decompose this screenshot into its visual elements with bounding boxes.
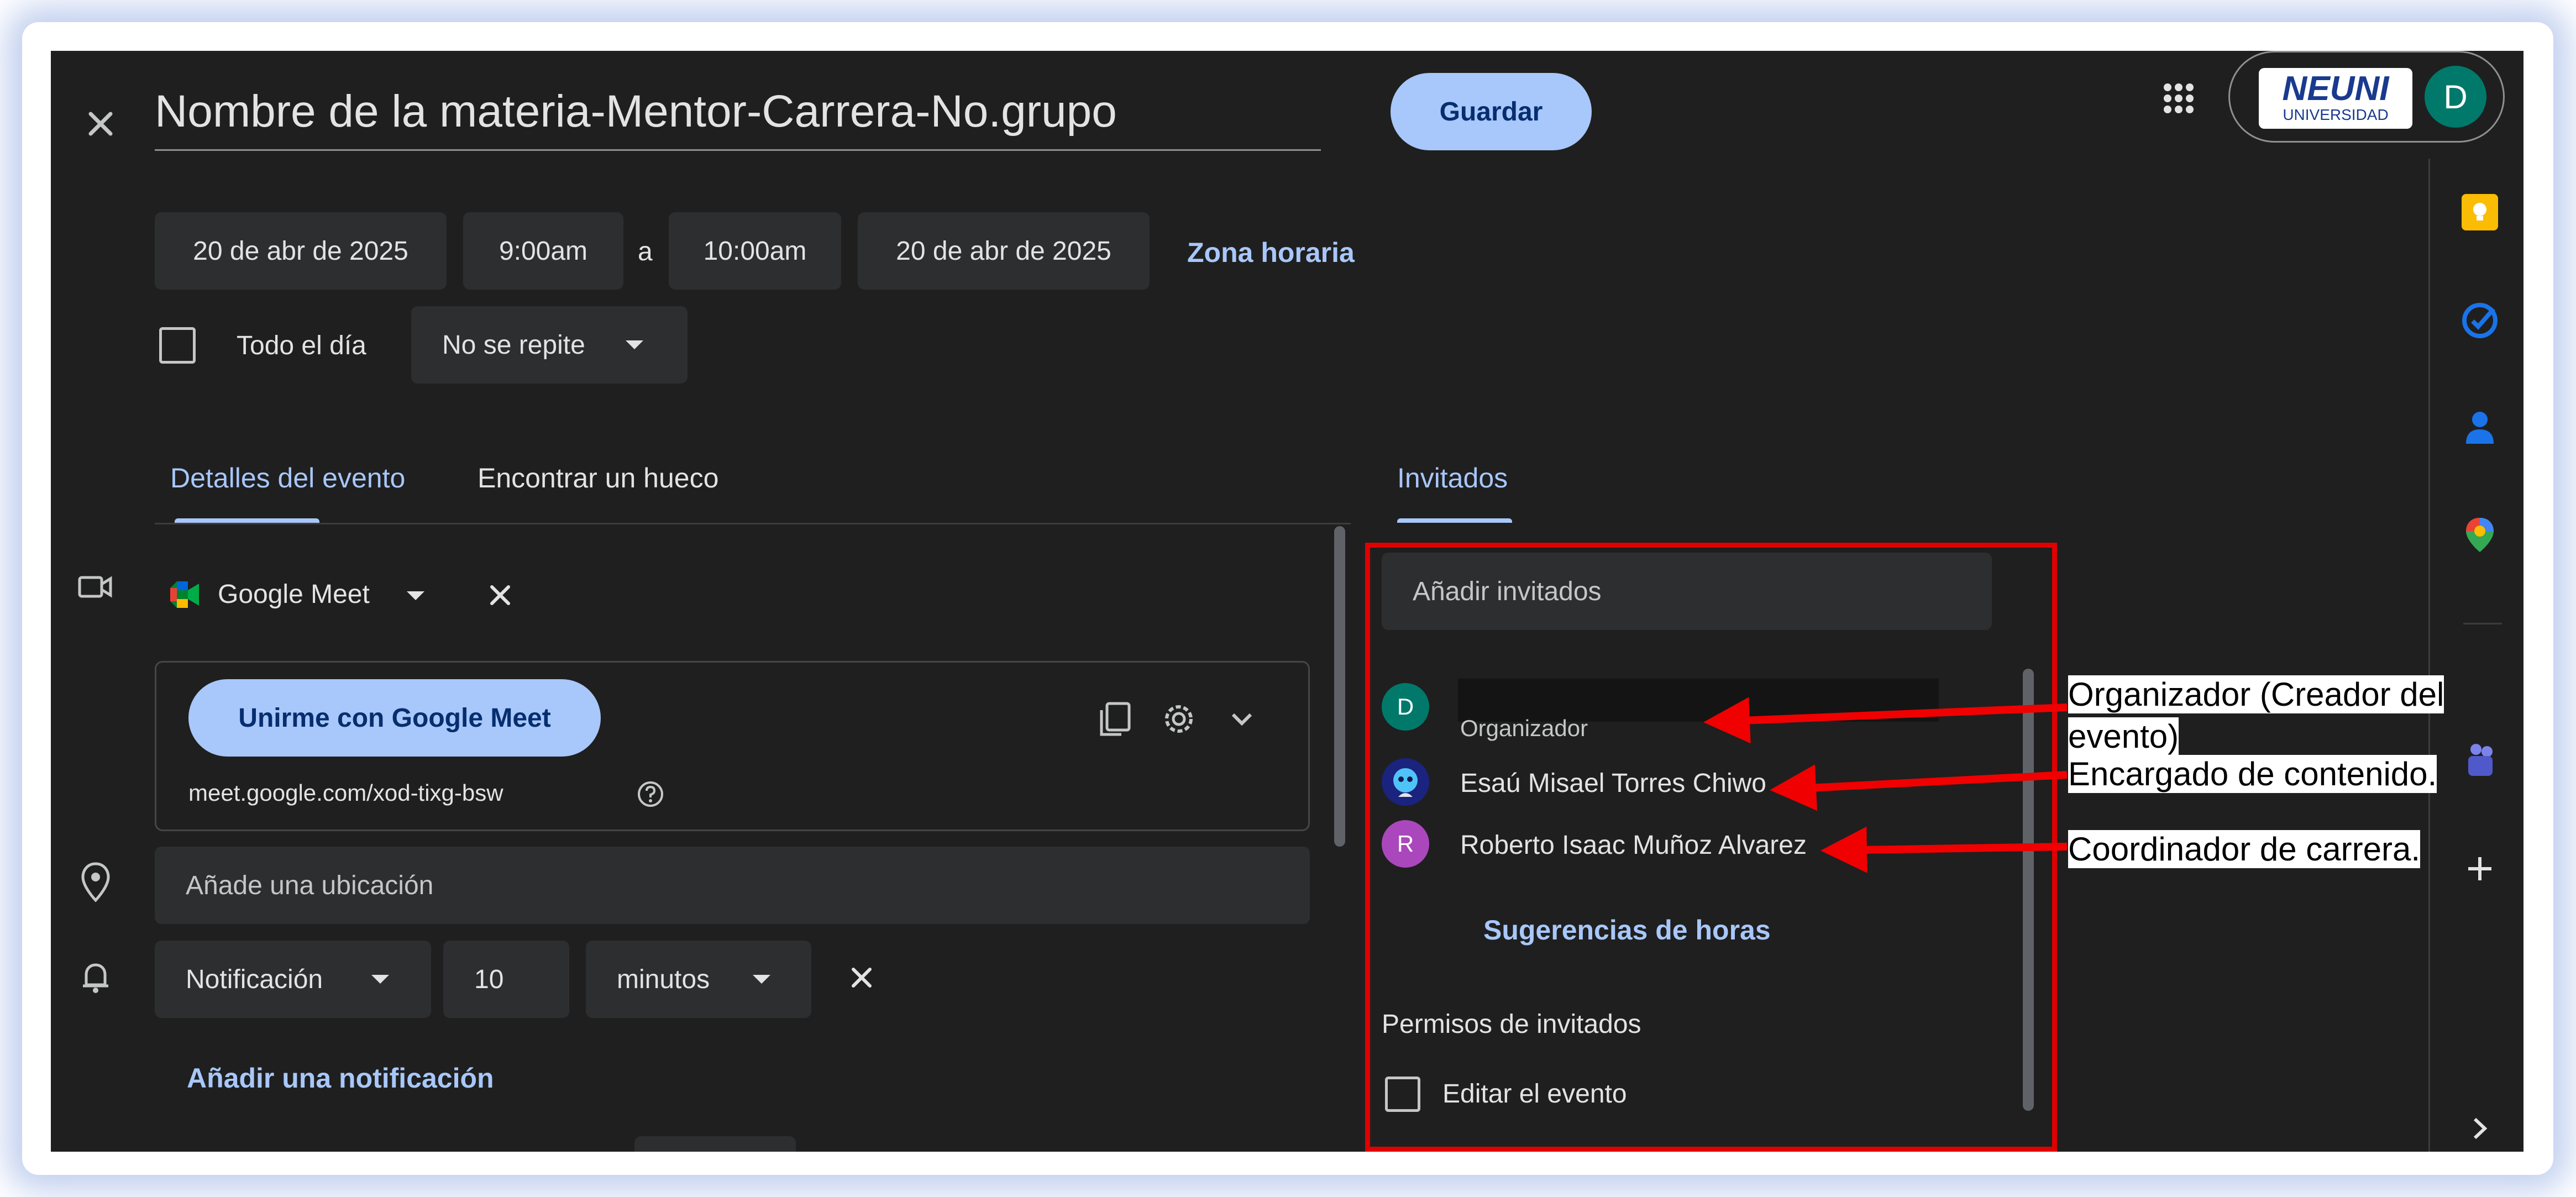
arrow-coordinator (1820, 826, 2068, 873)
annotation-content-manager: Encargado de contenido. (2068, 755, 2437, 793)
arrow-content-manager (1770, 764, 2068, 811)
annotation-coordinator: Coordinador de carrera. (2068, 830, 2421, 868)
annotation-organizer-line1: Organizador (Creador del (2068, 675, 2444, 713)
annotation-organizer-line2: evento) (2068, 717, 2179, 755)
annotation-arrows (1703, 697, 2068, 873)
arrow-organizer (1703, 697, 2068, 744)
event-editor-window: Nombre de la materia-Mentor-Carrera-No.g… (51, 51, 2523, 1152)
